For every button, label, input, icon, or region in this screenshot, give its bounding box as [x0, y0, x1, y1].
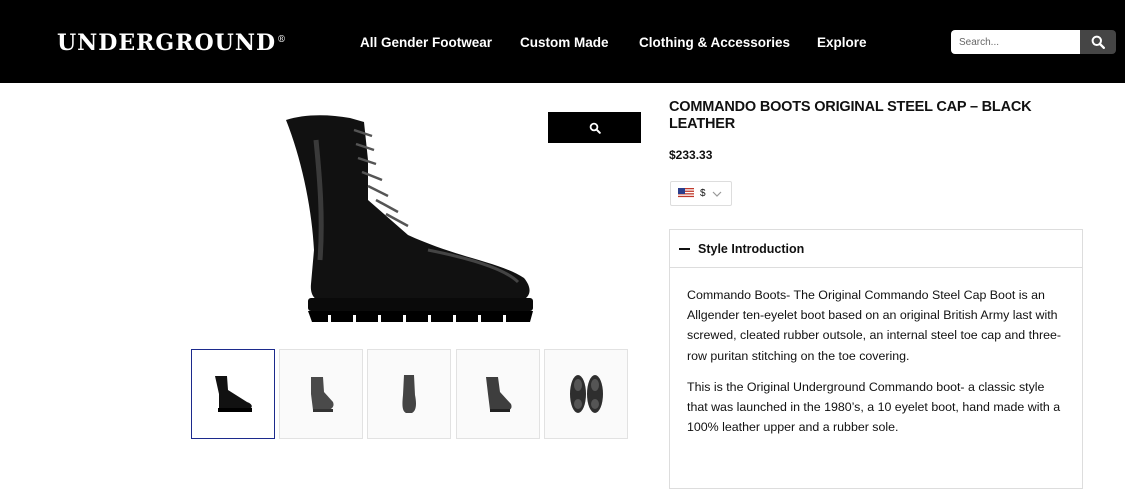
product-thumbnail[interactable] [544, 349, 628, 439]
search-button[interactable] [1080, 30, 1116, 54]
site-header: UNDERGROUND® All Gender Footwear Custom … [0, 0, 1125, 83]
minus-icon [679, 247, 690, 250]
style-introduction-accordion: Style Introduction Commando Boots- The O… [669, 229, 1083, 489]
nav-clothing-accessories[interactable]: Clothing & Accessories [639, 35, 790, 50]
product-price: $233.33 [669, 148, 713, 162]
currency-selector[interactable]: $ [670, 181, 732, 206]
accordion-body: Commando Boots- The Original Commando St… [670, 268, 1082, 437]
site-logo[interactable]: UNDERGROUND® [57, 30, 287, 56]
boot-side-thumbnail-image [215, 376, 252, 412]
product-thumbnail[interactable] [456, 349, 540, 439]
product-title: COMMANDO BOOTS ORIGINAL STEEL CAP – BLAC… [669, 99, 1032, 132]
description-paragraph: This is the Original Underground Command… [687, 379, 1061, 435]
boot-soles-thumbnail-image [570, 375, 603, 413]
boot-front-thumbnail-image [402, 375, 416, 413]
us-flag-icon [678, 188, 694, 199]
product-thumbnail[interactable] [279, 349, 363, 439]
currency-symbol: $ [700, 188, 706, 199]
search-bar [951, 30, 1116, 54]
registered-mark: ® [277, 34, 288, 45]
search-input[interactable] [951, 30, 1080, 54]
product-thumbnail[interactable] [367, 349, 451, 439]
logo-text: UNDERGROUND [57, 30, 277, 56]
search-icon [1091, 35, 1105, 49]
nav-custom-made[interactable]: Custom Made [520, 35, 609, 50]
boot-front-angle-thumbnail-image [311, 377, 334, 412]
nav-explore[interactable]: Explore [817, 35, 867, 50]
accordion-header[interactable]: Style Introduction [670, 230, 1082, 268]
chevron-down-icon [712, 191, 721, 197]
description-paragraph: Commando Boots- The Original Commando St… [687, 288, 1062, 363]
accordion-title: Style Introduction [698, 241, 805, 256]
boot-angle-thumbnail-image [486, 377, 512, 412]
product-main-image[interactable] [268, 100, 548, 335]
zoom-icon [589, 122, 601, 134]
zoom-button[interactable] [548, 112, 641, 143]
product-thumbnail[interactable] [191, 349, 275, 439]
nav-all-gender-footwear[interactable]: All Gender Footwear [360, 35, 492, 50]
